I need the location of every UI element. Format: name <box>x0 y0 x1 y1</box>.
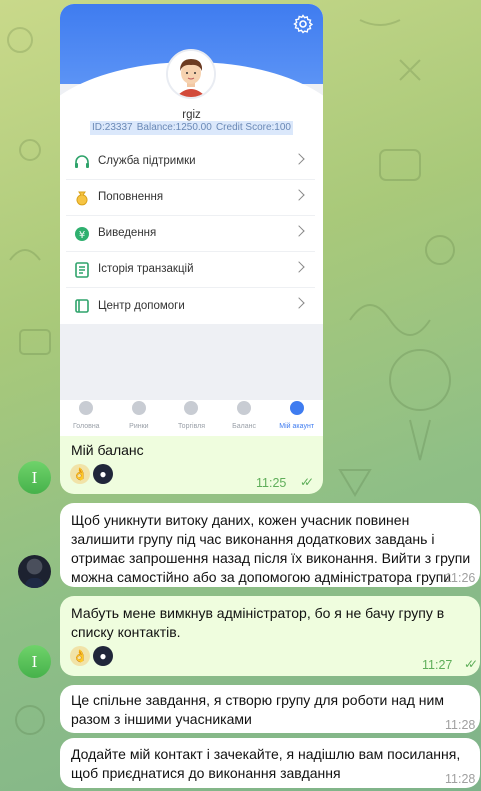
chevron-right-icon <box>293 261 305 273</box>
document-icon <box>72 260 92 280</box>
app-tab-bar: Головна Ринки Торгівля Баланс Мій акаунт <box>60 400 323 436</box>
message-text: Додайте мій контакт і зачекайте, я надіш… <box>71 746 461 781</box>
svg-text:¥: ¥ <box>79 230 85 241</box>
message-text: Мій баланс <box>71 442 144 458</box>
balance-value: Balance:1250.00 <box>136 122 212 133</box>
reactor-avatar: ● <box>93 464 113 484</box>
sender-avatar-contact[interactable] <box>18 555 51 588</box>
menu-item-history[interactable]: Історія транзакцій <box>66 252 315 288</box>
tab-balance[interactable]: Баланс <box>218 400 271 436</box>
credit-score: Credit Score:100 <box>215 122 291 133</box>
message-time: 11:25 <box>256 476 287 490</box>
incoming-message[interactable]: Щоб уникнути витоку даних, кожен учасник… <box>60 503 480 587</box>
app-screenshot[interactable]: rgiz ID:23337 Balance:1250.00 Credit Sco… <box>60 4 323 436</box>
tab-markets[interactable]: Ринки <box>113 400 166 436</box>
coin-bag-icon <box>72 188 92 208</box>
chevron-right-icon <box>293 189 305 201</box>
read-checks-icon: ✓✓ <box>300 475 314 489</box>
profile-avatar <box>166 49 216 99</box>
reactor-avatar: ● <box>93 646 113 666</box>
account-stats: ID:23337 Balance:1250.00 Credit Score:10… <box>90 121 293 135</box>
chevron-right-icon <box>293 297 305 309</box>
sender-avatar-me[interactable]: I <box>18 461 51 494</box>
markets-icon <box>131 400 146 415</box>
menu-item-label: Виведення <box>98 227 157 239</box>
trade-icon <box>184 400 199 415</box>
chevron-right-icon <box>293 225 305 237</box>
wallet-icon <box>237 400 252 415</box>
home-icon <box>79 400 94 415</box>
account-menu: Служба підтримки Поповнення ¥ Виведення <box>66 144 315 324</box>
message-time: 11:28 <box>445 718 476 732</box>
menu-item-withdraw[interactable]: ¥ Виведення <box>66 216 315 252</box>
tab-my-account[interactable]: Мій акаунт <box>270 400 323 436</box>
book-icon <box>72 296 92 316</box>
headset-icon <box>72 152 92 172</box>
yuan-coin-icon: ¥ <box>72 224 92 244</box>
menu-item-label: Служба підтримки <box>98 155 196 167</box>
outgoing-message[interactable]: Мабуть мене вимкнув адміністратор, бо я … <box>60 596 480 676</box>
read-checks-icon: ✓✓ <box>464 657 478 671</box>
message-text: Це спільне завдання, я створю групу для … <box>71 692 444 727</box>
message-reactions[interactable]: 👌 ● <box>70 646 113 666</box>
message-time: 11:27 <box>422 658 453 672</box>
ok-hand-reaction-icon[interactable]: 👌 <box>70 646 90 666</box>
tab-home[interactable]: Головна <box>60 400 113 436</box>
ok-hand-reaction-icon[interactable]: 👌 <box>70 464 90 484</box>
tab-trade[interactable]: Торгівля <box>165 400 218 436</box>
message-text: Щоб уникнути витоку даних, кожен учасник… <box>71 512 471 585</box>
menu-item-deposit[interactable]: Поповнення <box>66 180 315 216</box>
chevron-right-icon <box>293 153 305 165</box>
message-time: 11:26 <box>445 571 476 585</box>
message-time: 11:28 <box>445 772 476 786</box>
menu-item-label: Поповнення <box>98 191 164 203</box>
menu-item-support[interactable]: Служба підтримки <box>66 144 315 180</box>
gear-icon <box>293 14 313 34</box>
sender-avatar-me[interactable]: I <box>18 645 51 678</box>
message-text: Мабуть мене вимкнув адміністратор, бо я … <box>71 605 445 640</box>
incoming-message[interactable]: Це спільне завдання, я створю групу для … <box>60 685 480 733</box>
user-id: ID:23337 <box>92 122 133 133</box>
menu-item-help[interactable]: Центр допомоги <box>66 288 315 324</box>
photo-message[interactable]: rgiz ID:23337 Balance:1250.00 Credit Sco… <box>60 4 323 494</box>
message-reactions[interactable]: 👌 ● <box>70 464 113 484</box>
incoming-message[interactable]: Додайте мій контакт і зачекайте, я надіш… <box>60 738 480 788</box>
menu-item-label: Центр допомоги <box>98 299 185 312</box>
menu-item-label: Історія транзакцій <box>98 263 194 275</box>
user-icon <box>289 400 304 415</box>
